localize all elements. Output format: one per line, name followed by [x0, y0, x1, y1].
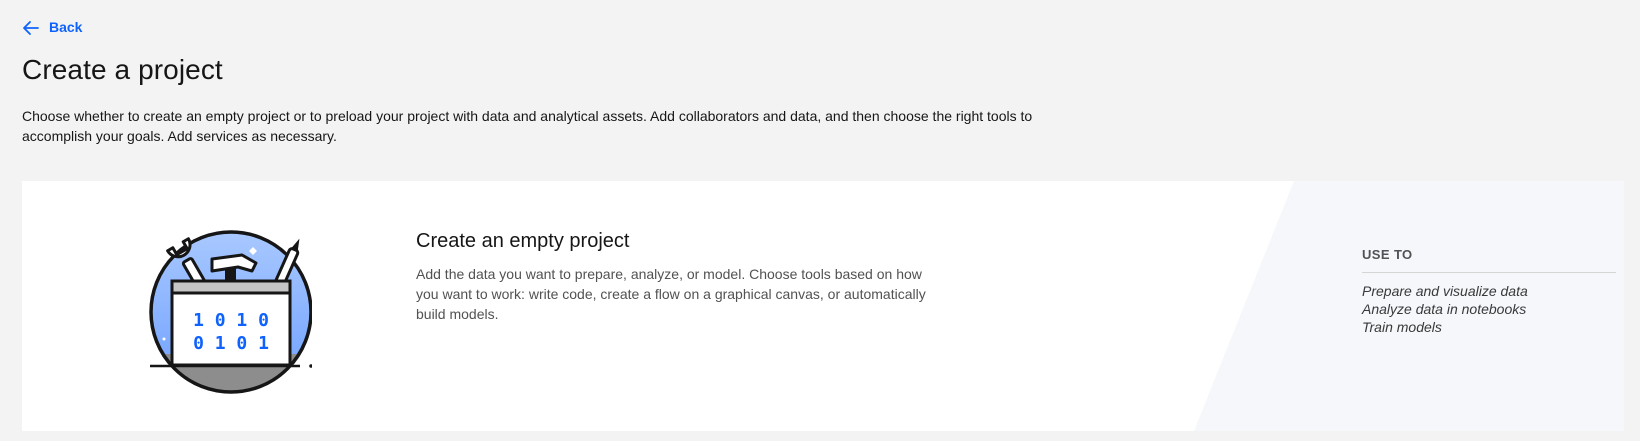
create-project-page: Back Create a project Choose whether to …: [0, 0, 1640, 441]
use-to-item: Train models: [1362, 319, 1442, 335]
card-title: Create an empty project: [416, 230, 630, 252]
use-to-item: Analyze data in notebooks: [1362, 301, 1527, 317]
binary-row-2: 0 1 0 1: [193, 333, 269, 354]
page-title: Create a project: [22, 54, 223, 85]
use-to-list: Prepare and visualize data Analyze data …: [1362, 282, 1616, 336]
page-description: Choose whether to create an empty projec…: [22, 108, 1033, 144]
use-to-item: Prepare and visualize data: [1362, 283, 1528, 299]
arrow-left-icon: [22, 20, 39, 36]
use-to-panel: USE TO Prepare and visualize data Analyz…: [1362, 247, 1616, 336]
toolbox-icon: 1 0 1 0 0 1 0 1: [132, 219, 313, 394]
back-label: Back: [49, 18, 83, 35]
binary-row-1: 1 0 1 0: [193, 310, 269, 331]
card-description: Add the data you want to prepare, analyz…: [416, 266, 926, 322]
use-to-heading: USE TO: [1362, 247, 1616, 273]
create-empty-project-card[interactable]: 1 0 1 0 0 1 0 1 Create an empty project …: [22, 181, 1624, 431]
back-link[interactable]: Back: [22, 17, 82, 36]
